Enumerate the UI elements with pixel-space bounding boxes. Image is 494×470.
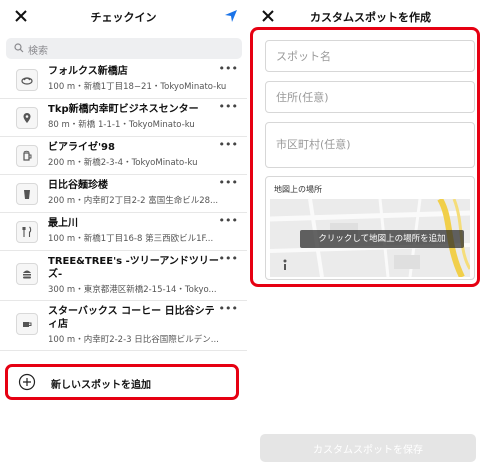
map-hint: クリックして地図上の場所を追加: [300, 230, 464, 248]
list-item[interactable]: 日比谷麺珍楼 200 m・内幸町2丁目2-2 富国生命ビル28... •••: [0, 175, 247, 213]
info-icon[interactable]: [280, 259, 290, 271]
coffee-icon: [16, 313, 38, 335]
list-item[interactable]: 最上川 100 m・新橋1丁目16-8 第三西欧ビル1F... •••: [0, 213, 247, 251]
map-preview[interactable]: クリックして地図上の場所を追加: [270, 199, 470, 277]
map-label: 地図上の場所: [274, 185, 322, 194]
more-icon[interactable]: •••: [219, 176, 238, 189]
search-input[interactable]: 検索: [6, 38, 242, 59]
item-detail: 100 m・新橋1丁目16-8 第三西欧ビル1F...: [48, 234, 214, 244]
item-detail: 100 m・新橋1丁目18−21・TokyoMinato-ku: [48, 82, 227, 92]
food-icon: [16, 69, 38, 91]
checkin-header: チェックイン: [0, 0, 247, 34]
city-input[interactable]: [274, 129, 468, 159]
list-item[interactable]: フォルクス新橋店 100 m・新橋1丁目18−21・TokyoMinato-ku…: [0, 61, 247, 99]
page-title: カスタムスポットを作成: [310, 11, 431, 24]
pin-icon: [16, 107, 38, 129]
spot-name-input[interactable]: [274, 41, 468, 71]
more-icon[interactable]: •••: [219, 214, 238, 227]
item-name: TREE&TREE's -ツリーアンドツリーズ-: [48, 256, 219, 280]
save-custom-spot-button[interactable]: カスタムスポットを保存: [260, 434, 476, 462]
item-detail: 200 m・新橋2-3-4・TokyoMinato-ku: [48, 158, 198, 168]
beer-icon: [16, 145, 38, 167]
checkin-panel: チェックイン 検索 フォルクス新橋店 100 m・新橋1丁目18−21・Toky…: [0, 0, 247, 470]
address-field[interactable]: [265, 81, 475, 113]
item-name: 日比谷麺珍楼: [48, 180, 108, 191]
list-item[interactable]: ビアライゼ'98 200 m・新橋2-3-4・TokyoMinato-ku ••…: [0, 137, 247, 175]
more-icon[interactable]: •••: [219, 252, 238, 265]
list-item[interactable]: TREE&TREE's -ツリーアンドツリーズ- 300 m・東京都港区新橋2-…: [0, 251, 247, 301]
venue-list: フォルクス新橋店 100 m・新橋1丁目18−21・TokyoMinato-ku…: [0, 61, 247, 351]
list-item[interactable]: スターバックス コーヒー 日比谷シティ店 100 m・内幸町2-2-3 日比谷国…: [0, 301, 247, 351]
more-icon[interactable]: •••: [219, 138, 238, 151]
burger-icon: [16, 263, 38, 285]
custom-spot-form: 地図上の場所 クリックして地図上の場所を追加: [250, 27, 480, 287]
more-icon[interactable]: •••: [219, 302, 238, 315]
more-icon[interactable]: •••: [219, 100, 238, 113]
drink-icon: [16, 183, 38, 205]
search-placeholder: 検索: [28, 46, 48, 57]
item-detail: 300 m・東京都港区新橋2-15-14・Tokyo...: [48, 285, 217, 295]
spot-name-field[interactable]: [265, 40, 475, 72]
address-input[interactable]: [274, 82, 468, 112]
item-name: Tkp新橋内幸町ビジネスセンター: [48, 104, 199, 115]
item-name: スターバックス コーヒー 日比谷シティ店: [48, 306, 215, 330]
item-detail: 200 m・内幸町2丁目2-2 富国生命ビル28...: [48, 196, 219, 206]
item-detail: 80 m・新橋 1-1-1・TokyoMinato-ku: [48, 120, 195, 130]
list-item[interactable]: Tkp新橋内幸町ビジネスセンター 80 m・新橋 1-1-1・TokyoMina…: [0, 99, 247, 137]
city-field[interactable]: [265, 122, 475, 168]
map-location-card[interactable]: 地図上の場所 クリックして地図上の場所を追加: [265, 176, 475, 280]
item-name: フォルクス新橋店: [48, 66, 128, 77]
add-spot-label: 新しいスポットを追加: [51, 380, 151, 391]
item-detail: 100 m・内幸町2-2-3 日比谷国際ビルデン...: [48, 335, 219, 345]
add-new-spot-button[interactable]: 新しいスポットを追加: [5, 364, 239, 400]
add-circle-icon: [18, 373, 36, 391]
page-title: チェックイン: [90, 11, 157, 24]
search-icon: [14, 43, 24, 53]
more-icon[interactable]: •••: [219, 62, 238, 75]
location-arrow-icon[interactable]: [223, 8, 239, 24]
item-name: ビアライゼ'98: [48, 142, 115, 153]
item-name: 最上川: [48, 218, 78, 229]
fork-knife-icon: [16, 221, 38, 243]
